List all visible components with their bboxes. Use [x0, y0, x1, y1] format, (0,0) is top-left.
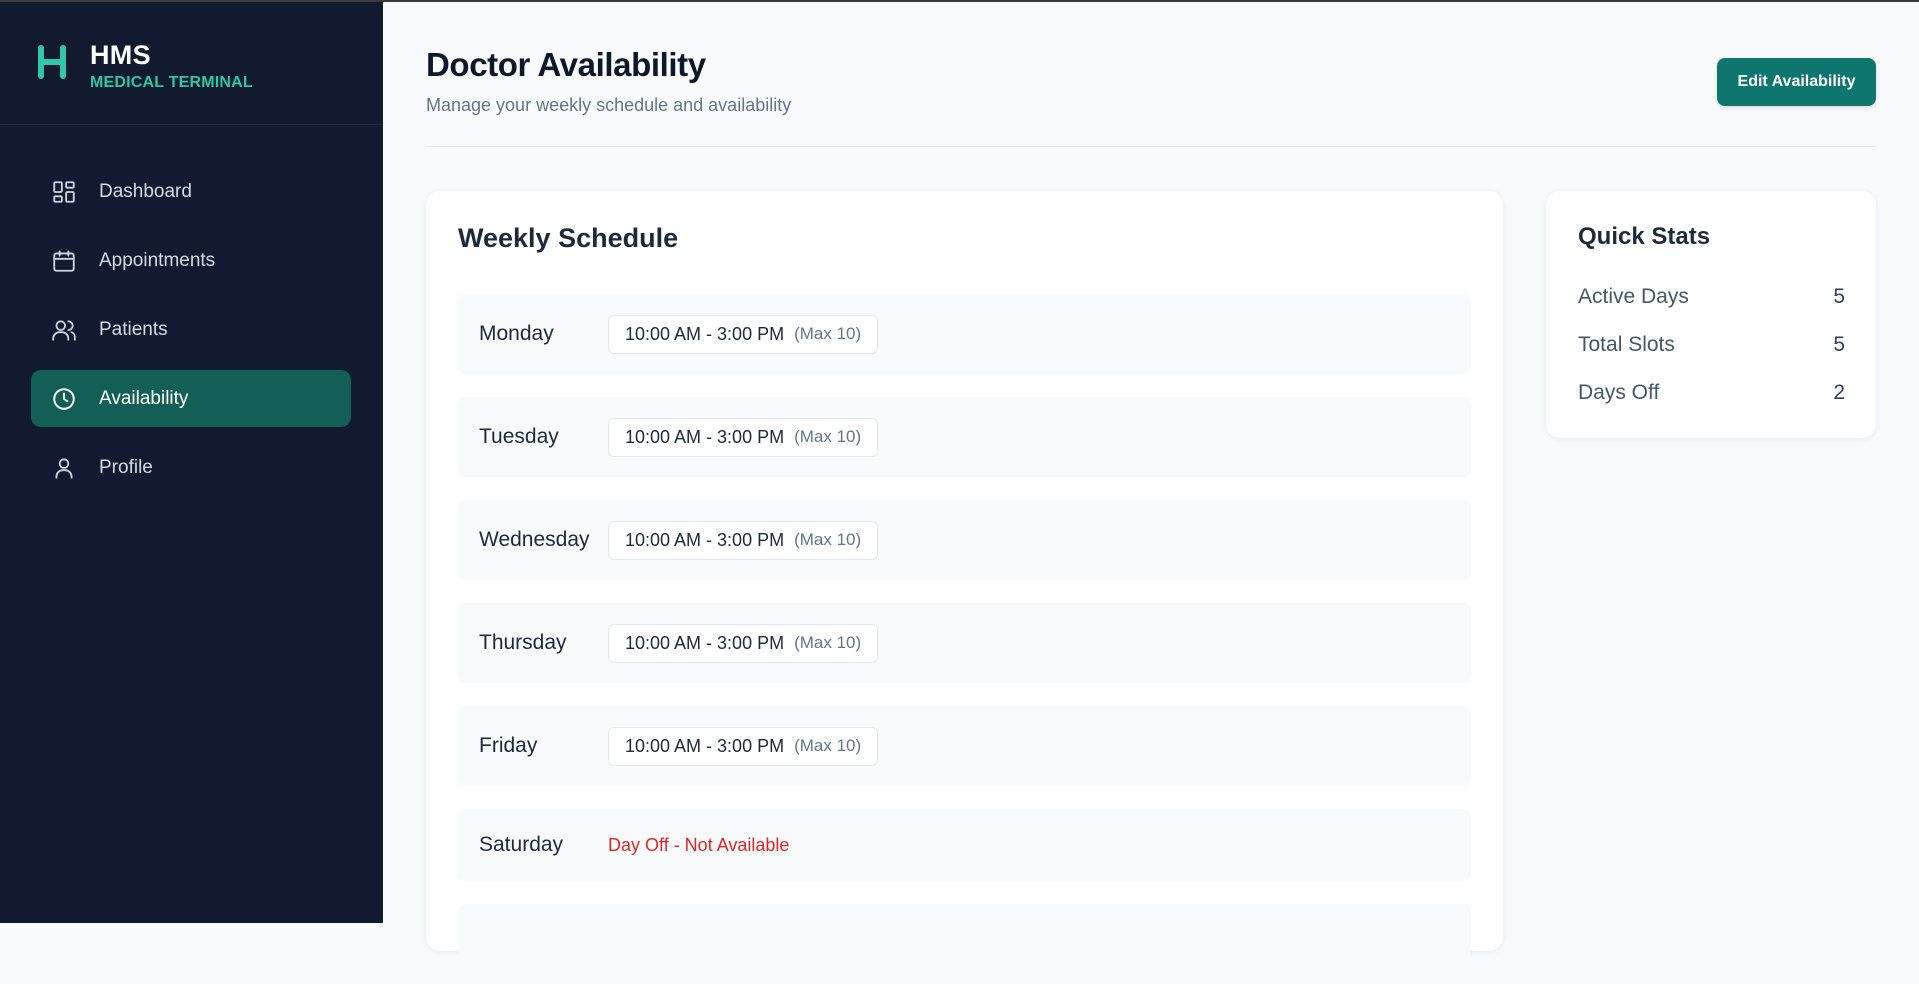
day-off-label: Day Off - Not Available — [608, 834, 790, 855]
time-slot[interactable]: 10:00 AM - 3:00 PM (Max 10) — [608, 726, 879, 766]
stat-label: Days Off — [1578, 381, 1660, 404]
main-content: Doctor Availability Manage your weekly s… — [383, 0, 1919, 984]
schedule-row-saturday: Saturday Day Off - Not Available — [458, 809, 1471, 881]
time-slot[interactable]: 10:00 AM - 3:00 PM (Max 10) — [608, 314, 879, 354]
slot-max: (Max 10) — [794, 633, 862, 652]
sidebar-item-label: Appointments — [99, 249, 216, 271]
slot-time: 10:00 AM - 3:00 PM — [625, 632, 785, 653]
day-name: Wednesday — [479, 528, 590, 551]
clock-icon — [51, 386, 77, 412]
sidebar-item-availability[interactable]: Availability — [31, 370, 351, 427]
sidebar-item-profile[interactable]: Profile — [31, 439, 351, 496]
stats-title: Quick Stats — [1578, 223, 1711, 250]
stat-value: 5 — [1833, 285, 1845, 308]
schedule-row-monday: Monday 10:00 AM - 3:00 PM (Max 10) — [458, 294, 1471, 374]
quick-stats-card: Quick Stats Active Days 5 Total Slots 5 … — [1546, 191, 1876, 438]
sidebar-item-appointments[interactable]: Appointments — [31, 232, 351, 289]
time-slot[interactable]: 10:00 AM - 3:00 PM (Max 10) — [608, 417, 879, 457]
sidebar-item-patients[interactable]: Patients — [31, 301, 351, 358]
slot-max: (Max 10) — [794, 324, 862, 343]
weekly-schedule-card: Weekly Schedule Monday 10:00 AM - 3:00 P… — [426, 191, 1503, 984]
stat-value: 2 — [1833, 381, 1845, 404]
brand-name: HMS — [90, 40, 151, 70]
window-top-border — [0, 0, 1919, 2]
slot-max: (Max 10) — [794, 530, 862, 549]
day-name: Friday — [479, 734, 538, 757]
page-title: Doctor Availability — [426, 46, 706, 83]
sidebar: HMS MEDICAL TERMINAL Dashboard Appointme… — [0, 0, 383, 923]
stat-value: 5 — [1833, 333, 1845, 356]
stat-active-days: Active Days 5 — [1578, 285, 1845, 309]
edit-availability-button[interactable]: Edit Availability — [1717, 58, 1876, 106]
day-name: Monday — [479, 322, 554, 345]
slot-max: (Max 10) — [794, 427, 862, 446]
day-name: Saturday — [479, 833, 564, 856]
schedule-row-friday: Friday 10:00 AM - 3:00 PM (Max 10) — [458, 706, 1471, 786]
hms-logo-icon — [34, 44, 70, 80]
slot-time: 10:00 AM - 3:00 PM — [625, 735, 785, 756]
sidebar-item-label: Availability — [99, 387, 189, 409]
header-divider — [426, 146, 1876, 147]
users-icon — [51, 317, 77, 343]
card-title: Weekly Schedule — [458, 223, 679, 253]
time-slot[interactable]: 10:00 AM - 3:00 PM (Max 10) — [608, 520, 879, 560]
schedule-row-wednesday: Wednesday 10:00 AM - 3:00 PM (Max 10) — [458, 500, 1471, 580]
slot-time: 10:00 AM - 3:00 PM — [625, 529, 785, 550]
sidebar-nav: Dashboard Appointments Patients Availabi… — [0, 125, 383, 496]
brand-subtitle: MEDICAL TERMINAL — [90, 74, 253, 91]
stat-total-slots: Total Slots 5 — [1578, 333, 1845, 357]
day-name: Tuesday — [479, 425, 559, 448]
calendar-icon — [51, 248, 77, 274]
user-icon — [51, 455, 77, 481]
sidebar-item-label: Profile — [99, 456, 153, 478]
time-slot[interactable]: 10:00 AM - 3:00 PM (Max 10) — [608, 623, 879, 663]
stat-label: Active Days — [1578, 285, 1689, 308]
grid-icon — [51, 179, 77, 205]
slot-time: 10:00 AM - 3:00 PM — [625, 323, 785, 344]
slot-time: 10:00 AM - 3:00 PM — [625, 426, 785, 447]
schedule-row-tuesday: Tuesday 10:00 AM - 3:00 PM (Max 10) — [458, 397, 1471, 477]
sidebar-item-dashboard[interactable]: Dashboard — [31, 163, 351, 220]
schedule-row-next — [458, 904, 1471, 984]
slot-max: (Max 10) — [794, 736, 862, 755]
stat-days-off: Days Off 2 — [1578, 381, 1845, 405]
brand[interactable]: HMS MEDICAL TERMINAL — [0, 0, 383, 125]
day-name: Thursday — [479, 631, 567, 654]
page-subtitle: Manage your weekly schedule and availabi… — [426, 95, 792, 115]
schedule-row-thursday: Thursday 10:00 AM - 3:00 PM (Max 10) — [458, 603, 1471, 683]
stat-label: Total Slots — [1578, 333, 1675, 356]
sidebar-item-label: Dashboard — [99, 180, 192, 202]
sidebar-item-label: Patients — [99, 318, 168, 340]
